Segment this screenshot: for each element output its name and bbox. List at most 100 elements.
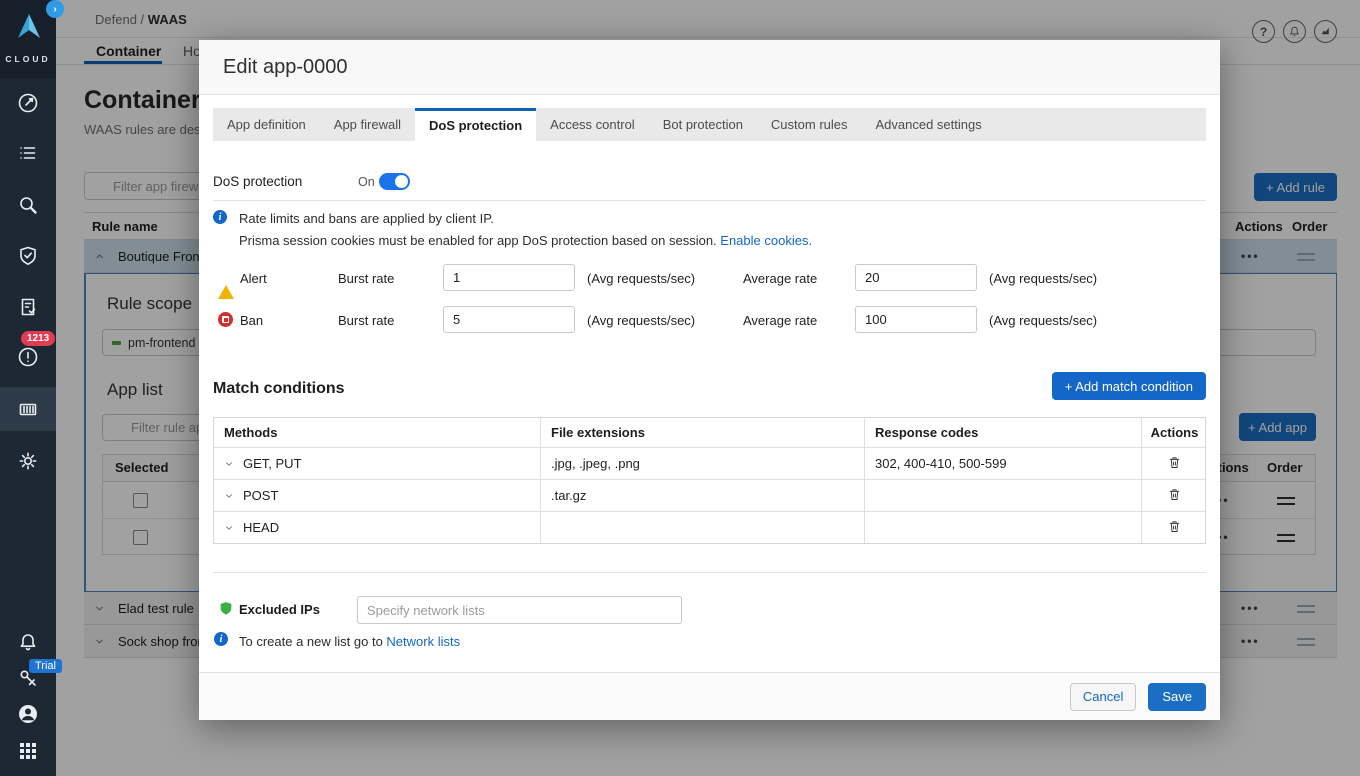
shield-icon [218, 600, 234, 622]
match-conditions-heading: Match conditions [213, 380, 345, 398]
severity-label: Alert [240, 271, 267, 286]
actions-header: Actions [1142, 418, 1207, 447]
search-icon [16, 193, 40, 217]
report-check-icon [16, 295, 40, 319]
shield-check-icon [16, 244, 40, 268]
network-lists-info: To create a new list go to Network lists [239, 634, 460, 649]
container-icon [16, 397, 40, 421]
codes-value [865, 512, 1142, 543]
toggle-state-label: On [358, 175, 375, 189]
sidebar-item-containers[interactable] [0, 387, 56, 431]
list-icon [16, 141, 40, 165]
alert-average-input[interactable] [855, 264, 977, 291]
gear-icon [16, 449, 40, 473]
grid-icon [17, 740, 39, 762]
sidebar-item-search[interactable] [0, 183, 56, 227]
dos-protection-toggle[interactable] [379, 173, 410, 190]
average-rate-label: Average rate [743, 313, 817, 328]
excluded-ips-input[interactable] [357, 596, 682, 624]
warning-icon [218, 270, 234, 299]
average-rate-label: Average rate [743, 271, 817, 286]
burst-rate-label: Burst rate [338, 271, 394, 286]
ban-average-input[interactable] [855, 306, 977, 333]
enable-cookies-link[interactable]: Enable cookies. [720, 233, 812, 248]
unit-label: (Avg requests/sec) [587, 271, 695, 286]
sidebar-item-defend[interactable] [0, 234, 56, 278]
methods-value: GET, PUT [243, 456, 302, 471]
network-lists-link[interactable]: Network lists [386, 634, 460, 649]
cancel-button[interactable]: Cancel [1070, 683, 1136, 711]
toggle-knob [395, 175, 408, 188]
sidebar-item-inventory[interactable] [0, 131, 56, 175]
bell-icon [16, 630, 40, 654]
tab-dos-protection[interactable]: DoS protection [415, 108, 536, 141]
burst-rate-label: Burst rate [338, 313, 394, 328]
sidebar-item-dashboard[interactable] [0, 81, 56, 125]
match-row: GET, PUT .jpg, .jpeg, .png 302, 400-410,… [214, 448, 1205, 480]
tab-app-definition[interactable]: App definition [213, 108, 320, 141]
session-info-text: Prisma session cookies must be enabled f… [239, 233, 812, 248]
severity-label: Ban [240, 313, 263, 328]
divider [213, 200, 1206, 201]
sidebar-item-apps[interactable] [0, 729, 56, 773]
tab-access-control[interactable]: Access control [536, 108, 649, 141]
logo-text: CLOUD [0, 54, 56, 64]
divider [213, 572, 1206, 573]
sidebar: CLOUD › 1213 [0, 0, 56, 776]
file-extensions-header: File extensions [541, 418, 865, 447]
delete-row-button[interactable] [1167, 455, 1182, 473]
delete-row-button[interactable] [1167, 519, 1182, 537]
extensions-value: .jpg, .jpeg, .png [541, 448, 865, 479]
sidebar-item-settings[interactable] [0, 439, 56, 483]
save-button[interactable]: Save [1148, 683, 1206, 711]
edit-app-modal: Edit app-0000 App definition App firewal… [199, 40, 1220, 720]
alert-rate-row: Alert Burst rate (Avg requests/sec) Aver… [199, 264, 1220, 292]
ban-icon [218, 312, 233, 327]
chevron-down-icon[interactable] [224, 491, 234, 501]
codes-value: 302, 400-410, 500-599 [865, 448, 1142, 479]
extensions-value: .tar.gz [541, 480, 865, 511]
unit-label: (Avg requests/sec) [587, 313, 695, 328]
gauge-icon [16, 91, 40, 115]
ban-rate-row: Ban Burst rate (Avg requests/sec) Averag… [199, 306, 1220, 334]
alert-circle-icon [16, 345, 40, 369]
add-match-condition-button[interactable]: + Add match condition [1052, 372, 1206, 400]
modal-header: Edit app-0000 [199, 40, 1220, 95]
info-icon: i [214, 632, 228, 646]
delete-row-button[interactable] [1167, 487, 1182, 505]
extensions-value [541, 512, 865, 543]
match-row: POST .tar.gz [214, 480, 1205, 512]
match-conditions-table: Methods File extensions Response codes A… [213, 417, 1206, 544]
excluded-ips-label: Excluded IPs [239, 602, 320, 617]
alerts-count-badge: 1213 [21, 331, 55, 346]
chevron-down-icon[interactable] [224, 459, 234, 469]
methods-header: Methods [214, 418, 541, 447]
chevron-down-icon[interactable] [224, 523, 234, 533]
methods-value: HEAD [243, 520, 279, 535]
tab-custom-rules[interactable]: Custom rules [757, 108, 862, 141]
rate-limit-info-text: Rate limits and bans are applied by clie… [239, 211, 494, 226]
trial-badge: Trial [29, 659, 62, 673]
methods-value: POST [243, 488, 278, 503]
alert-burst-input[interactable] [443, 264, 575, 291]
user-icon [16, 702, 40, 726]
sidebar-expand-button[interactable]: › [46, 0, 64, 18]
prisma-logo-icon [14, 12, 42, 42]
unit-label: (Avg requests/sec) [989, 271, 1097, 286]
match-row: HEAD [214, 512, 1205, 543]
info-icon: i [213, 210, 227, 224]
tab-advanced-settings[interactable]: Advanced settings [862, 108, 996, 141]
modal-title: Edit app-0000 [223, 56, 348, 79]
sidebar-item-compliance[interactable] [0, 285, 56, 329]
modal-tabbar: App definition App firewall DoS protecti… [213, 108, 1206, 141]
modal-footer: Cancel Save [199, 672, 1220, 720]
unit-label: (Avg requests/sec) [989, 313, 1097, 328]
dos-protection-row: DoS protection On [199, 168, 1220, 196]
ban-burst-input[interactable] [443, 306, 575, 333]
tab-app-firewall[interactable]: App firewall [320, 108, 415, 141]
codes-value [865, 480, 1142, 511]
response-codes-header: Response codes [865, 418, 1142, 447]
match-table-header: Methods File extensions Response codes A… [214, 418, 1205, 448]
tab-bot-protection[interactable]: Bot protection [649, 108, 757, 141]
dos-protection-label: DoS protection [213, 174, 302, 189]
